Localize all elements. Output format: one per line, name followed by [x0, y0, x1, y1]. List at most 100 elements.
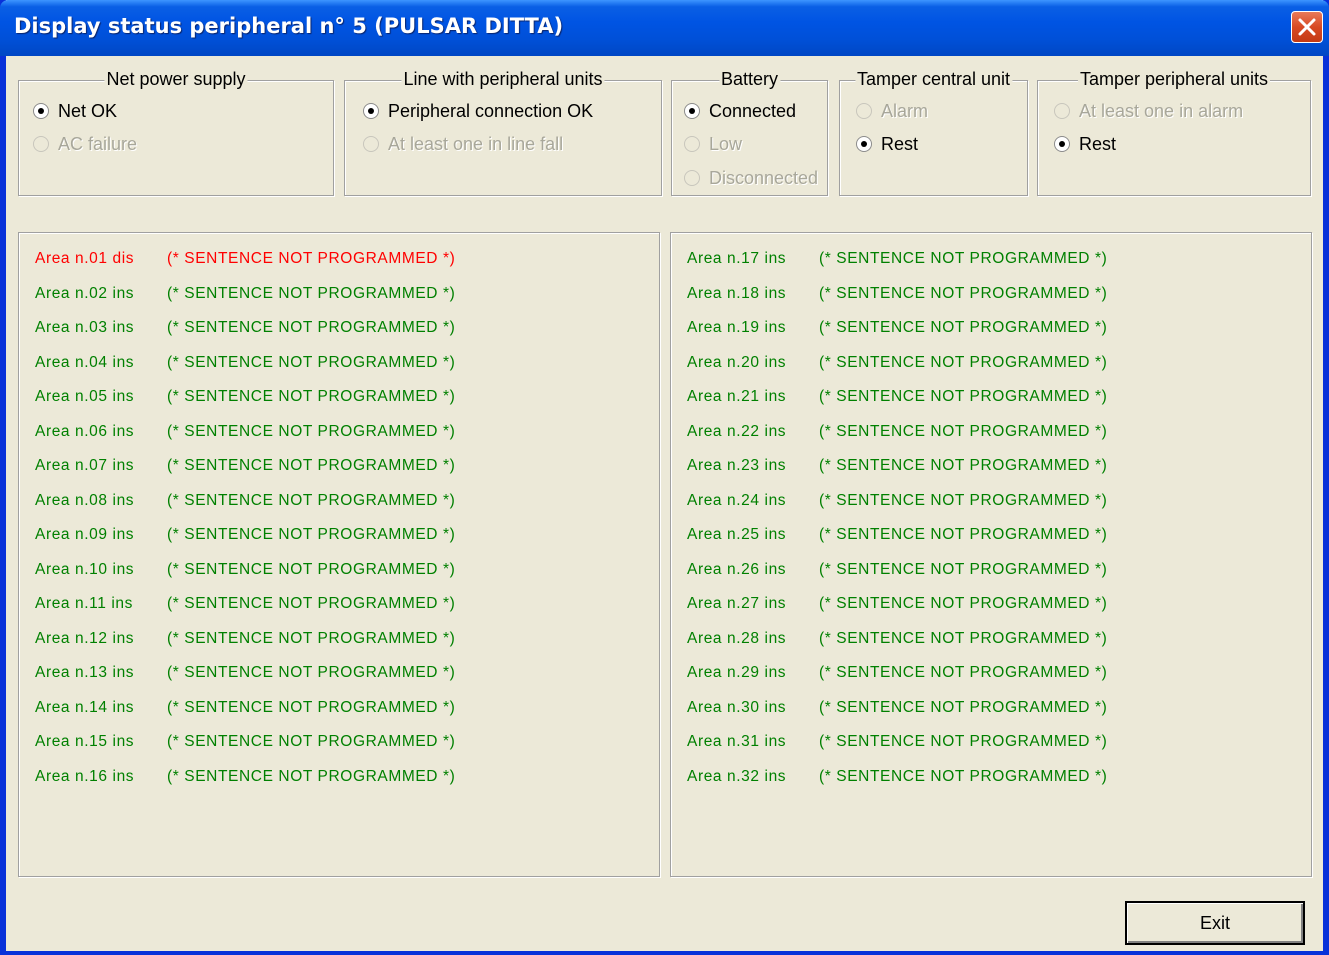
- radio-battery-disconnected: Disconnected: [684, 165, 818, 191]
- radio-battery-low: Low: [684, 131, 742, 157]
- area-sentence: (* SENTENCE NOT PROGRAMMED *): [819, 422, 1108, 440]
- area-label: Area n.15 ins: [35, 733, 135, 750]
- areas-panel-right: Area n.17 ins (* SENTENCE NOT PROGRAMMED …: [670, 232, 1312, 877]
- radio-tamper-central-alarm: Alarm: [856, 98, 928, 124]
- area-label: Area n.25 ins: [687, 526, 787, 543]
- radio-unselected-icon: [684, 170, 700, 186]
- radio-unselected-icon: [684, 136, 700, 152]
- group-battery: Battery Connected Low Disconnected: [671, 69, 828, 196]
- area-sentence: (* SENTENCE NOT PROGRAMMED *): [167, 664, 456, 681]
- area-sentence: (* SENTENCE NOT PROGRAMMED *): [819, 629, 1108, 647]
- area-label: Area n.13 ins: [35, 664, 135, 681]
- area-label: Area n.04 ins: [35, 353, 135, 371]
- radio-selected-icon: [684, 103, 700, 119]
- close-icon: [1298, 18, 1316, 36]
- radio-selected-icon: [1054, 136, 1070, 152]
- status-dialog: Display status peripheral n° 5 (PULSAR D…: [0, 0, 1329, 955]
- group-label: Net power supply: [104, 69, 248, 90]
- area-label: Area n.10 ins: [35, 560, 135, 578]
- exit-button[interactable]: Exit: [1125, 901, 1305, 945]
- area-sentence: (* SENTENCE NOT PROGRAMMED *): [167, 629, 456, 647]
- close-button[interactable]: [1291, 11, 1323, 43]
- radio-battery-connected[interactable]: Connected: [684, 98, 796, 124]
- area-label: Area n.19 ins: [687, 319, 787, 336]
- area-label: Area n.28 ins: [687, 629, 787, 647]
- area-sentence: (* SENTENCE NOT PROGRAMMED *): [167, 491, 456, 509]
- area-sentence: (* SENTENCE NOT PROGRAMMED *): [819, 388, 1108, 405]
- area-sentence: (* SENTENCE NOT PROGRAMMED *): [167, 250, 456, 267]
- area-sentence: (* SENTENCE NOT PROGRAMMED *): [167, 595, 456, 612]
- radio-tamper-peripheral-rest[interactable]: Rest: [1054, 131, 1116, 157]
- radio-label: AC failure: [58, 133, 138, 154]
- radio-label: Alarm: [881, 100, 929, 121]
- area-label: Area n.18 ins: [687, 284, 787, 302]
- area-sentence: (* SENTENCE NOT PROGRAMMED *): [819, 526, 1108, 543]
- area-label: Area n.12 ins: [35, 629, 135, 647]
- radio-unselected-icon: [363, 136, 379, 152]
- group-line-peripheral-units: Line with peripheral units Peripheral co…: [344, 69, 662, 196]
- area-sentence: (* SENTENCE NOT PROGRAMMED *): [167, 526, 456, 543]
- window-title: Display status peripheral n° 5 (PULSAR D…: [14, 14, 564, 38]
- area-label: Area n.05 ins: [35, 388, 135, 405]
- radio-label: Peripheral connection OK: [388, 100, 594, 121]
- radio-tamper-central-rest[interactable]: Rest: [856, 131, 918, 157]
- radio-label: Net OK: [58, 100, 118, 121]
- area-label: Area n.26 ins: [687, 560, 787, 578]
- radio-peripheral-connection-ok[interactable]: Peripheral connection OK: [363, 98, 593, 124]
- area-sentence: (* SENTENCE NOT PROGRAMMED *): [167, 319, 456, 336]
- radio-unselected-icon: [33, 136, 49, 152]
- radio-tamper-peripheral-alarm: At least one in alarm: [1054, 98, 1243, 124]
- radio-net-ok[interactable]: Net OK: [33, 98, 117, 124]
- area-label: Area n.07 ins: [35, 457, 135, 474]
- radio-unselected-icon: [1054, 103, 1070, 119]
- area-sentence: (* SENTENCE NOT PROGRAMMED *): [819, 457, 1108, 474]
- area-sentence: (* SENTENCE NOT PROGRAMMED *): [819, 767, 1108, 785]
- title-bar[interactable]: Display status peripheral n° 5 (PULSAR D…: [0, 0, 1329, 56]
- area-label: Area n.03 ins: [35, 319, 135, 336]
- area-label: Area n.31 ins: [687, 733, 787, 750]
- area-label: Area n.08 ins: [35, 491, 135, 509]
- radio-selected-icon: [363, 103, 379, 119]
- area-label: Area n.16 ins: [35, 767, 135, 785]
- area-label: Area n.21 ins: [687, 388, 787, 405]
- area-label: Area n.23 ins: [687, 457, 787, 474]
- area-sentence: (* SENTENCE NOT PROGRAMMED *): [819, 733, 1108, 750]
- area-label: Area n.22 ins: [687, 422, 787, 440]
- area-sentence: (* SENTENCE NOT PROGRAMMED *): [167, 560, 456, 578]
- group-tamper-peripheral-units: Tamper peripheral units At least one in …: [1037, 69, 1311, 196]
- area-sentence: (* SENTENCE NOT PROGRAMMED *): [819, 595, 1108, 612]
- radio-selected-icon: [856, 136, 872, 152]
- area-label: Area n.17 ins: [687, 250, 787, 267]
- radio-label: At least one in line fall: [388, 133, 564, 154]
- radio-ac-failure: AC failure: [33, 131, 137, 157]
- area-label: Area n.30 ins: [687, 698, 787, 716]
- battery-options: Connected Low Disconnected: [672, 81, 827, 195]
- area-sentence: (* SENTENCE NOT PROGRAMMED *): [819, 250, 1108, 267]
- area-label: Area n.06 ins: [35, 422, 135, 440]
- radio-label: Rest: [1079, 133, 1117, 154]
- group-label: Tamper peripheral units: [1077, 69, 1271, 90]
- area-label: Area n.20 ins: [687, 353, 787, 371]
- radio-label: Connected: [709, 100, 797, 121]
- area-sentence: (* SENTENCE NOT PROGRAMMED *): [167, 457, 456, 474]
- radio-label: At least one in alarm: [1079, 100, 1244, 121]
- group-net-power-supply: Net power supply Net OK AC failure: [18, 69, 334, 196]
- area-sentence: (* SENTENCE NOT PROGRAMMED *): [167, 698, 456, 716]
- area-label: Area n.01 dis: [35, 250, 135, 267]
- area-label: Area n.02 ins: [35, 284, 135, 302]
- area-sentence: (* SENTENCE NOT PROGRAMMED *): [819, 491, 1108, 509]
- area-sentence: (* SENTENCE NOT PROGRAMMED *): [819, 284, 1108, 302]
- area-sentence: (* SENTENCE NOT PROGRAMMED *): [819, 698, 1108, 716]
- radio-label: Disconnected: [709, 167, 819, 188]
- area-sentence: (* SENTENCE NOT PROGRAMMED *): [167, 422, 456, 440]
- area-label: Area n.27 ins: [687, 595, 787, 612]
- radio-selected-icon: [33, 103, 49, 119]
- area-sentence: (* SENTENCE NOT PROGRAMMED *): [819, 560, 1108, 578]
- area-sentence: (* SENTENCE NOT PROGRAMMED *): [167, 353, 456, 371]
- radio-line-fall: At least one in line fall: [363, 131, 563, 157]
- area-sentence: (* SENTENCE NOT PROGRAMMED *): [819, 319, 1108, 336]
- group-tamper-central-unit: Tamper central unit Alarm Rest: [839, 69, 1028, 196]
- radio-label: Rest: [881, 133, 919, 154]
- radio-unselected-icon: [856, 103, 872, 119]
- area-label: Area n.24 ins: [687, 491, 787, 509]
